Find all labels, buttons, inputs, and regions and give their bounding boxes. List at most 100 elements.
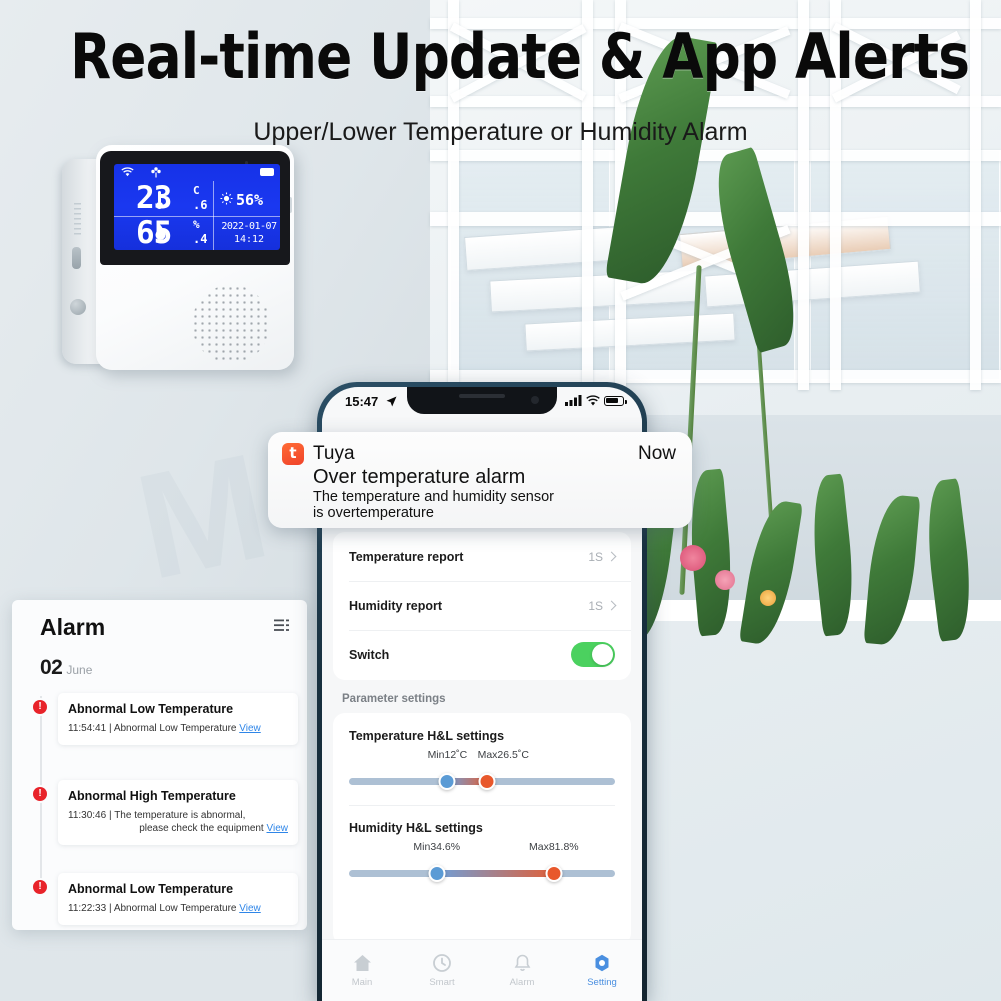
alarm-item-message: The temperature is abnormal, (114, 810, 246, 821)
alarm-panel-header: Alarm (12, 600, 307, 652)
truss-beam (430, 212, 1001, 226)
settings-row-temperature-report[interactable]: Temperature report 1S (333, 532, 631, 581)
lcd-temperature-decimal: .6 (193, 198, 208, 212)
alarm-date-month: June (66, 663, 93, 677)
settings-row-humidity-report[interactable]: Humidity report 1S (333, 581, 631, 630)
alarm-card[interactable]: Abnormal Low Temperature 11:22:33 | Abno… (58, 873, 298, 925)
settings-row-value-group: 1S (588, 599, 617, 613)
humidity-slider-block: Humidity H&L settings Min34.6% Max81.8% (333, 805, 631, 897)
battery-icon (604, 395, 627, 406)
alarm-item-title: Abnormal Low Temperature (68, 882, 234, 896)
lcd-date: 2022-01-07 (221, 221, 277, 232)
lcd-humidity-value: 65 (136, 215, 172, 250)
humidity-range-slider[interactable]: Min34.6% Max81.8% (349, 841, 615, 889)
notification-body-line1: The temperature and humidity sensor (313, 489, 554, 505)
slider-max-handle[interactable] (478, 773, 496, 790)
chevron-right-icon (606, 600, 617, 611)
alarm-item-separator: | (108, 903, 112, 914)
tab-setting[interactable]: Setting (562, 954, 642, 988)
tab-label: Setting (587, 976, 617, 988)
alarm-item-time: 11:22:33 (68, 903, 107, 914)
device-vents (74, 203, 81, 237)
flower-icon (151, 167, 161, 178)
alarm-item-message-line2-wrap: please check the equipment View (68, 822, 288, 835)
lcd-humidity-unit: % (193, 218, 200, 231)
gear-icon (595, 954, 609, 971)
tab-alarm[interactable]: Alarm (482, 954, 562, 988)
settings-group-parameters: Temperature H&L settings Min12˚C Max26.5… (333, 713, 631, 945)
clock-icon (433, 953, 451, 972)
truss-beam (430, 150, 1001, 161)
slider-title: Temperature H&L settings (349, 729, 505, 743)
tab-label: Main (351, 976, 373, 988)
alarm-card[interactable]: Abnormal Low Temperature 11:54:41 | Abno… (58, 693, 298, 745)
slider-label-group: Min12˚C Max26.5˚C (349, 749, 615, 763)
notification-header: t Tuya Now (282, 443, 676, 465)
alarm-date-day: 02 (40, 656, 63, 679)
slider-min-label: Min34.6% (413, 841, 461, 853)
switch-toggle[interactable] (571, 642, 615, 667)
slider-label-group: Min34.6% Max81.8% (349, 841, 615, 855)
tab-main[interactable]: Main (322, 954, 402, 988)
alarm-view-link[interactable]: View (239, 903, 261, 914)
wifi-icon (121, 167, 134, 177)
settings-row-label: Humidity report (349, 598, 443, 613)
push-notification-banner[interactable]: t Tuya Now Over temperature alarm The te… (268, 432, 692, 528)
alarm-date-group: 02 June (40, 656, 92, 680)
location-arrow-icon (386, 396, 397, 407)
device-button[interactable] (70, 299, 86, 315)
lcd-status-bar (114, 164, 280, 181)
alarm-badge-icon: ! (33, 700, 47, 714)
status-bar-indicators (565, 395, 627, 406)
alarm-item-time: 11:54:41 (68, 723, 107, 734)
battery-icon (260, 168, 274, 176)
alarm-list-item[interactable]: ! Abnormal Low Temperature 11:22:33 | Ab… (33, 873, 298, 925)
settings-group-reports: Temperature report 1S Humidity report 1S (333, 532, 631, 680)
alarm-item-title: Abnormal High Temperature (68, 789, 236, 803)
tuya-icon: t (282, 443, 304, 465)
settings-row-value: 1S (588, 549, 603, 564)
settings-row-switch[interactable]: Switch (333, 630, 631, 679)
tab-label: Smart (429, 976, 455, 988)
slider-max-handle[interactable] (545, 865, 563, 882)
earpiece-speaker (459, 394, 505, 398)
alarm-card[interactable]: Abnormal High Temperature 11:30:46 | The… (58, 780, 298, 845)
alarm-view-link[interactable]: View (239, 723, 261, 734)
sun-icon (220, 192, 233, 205)
slider-range-fill (436, 870, 554, 877)
alarm-list-item[interactable]: ! Abnormal High Temperature 11:30:46 | T… (33, 780, 298, 845)
tab-smart[interactable]: Smart (402, 953, 482, 988)
slider-max-label: Max81.8% (529, 841, 579, 853)
slider-min-handle[interactable] (438, 773, 456, 790)
alarm-item-detail: 11:54:41 | Abnormal Low Temperature View (68, 722, 288, 735)
settings-row-value-group: 1S (588, 549, 617, 564)
alarm-badge-icon: ! (33, 880, 47, 894)
status-bar-time: 15:47 (345, 394, 379, 409)
notification-body-line2: is overtemperature (313, 505, 434, 521)
settings-row-label: Temperature report (349, 549, 464, 564)
temperature-range-slider[interactable]: Min12˚C Max26.5˚C (349, 749, 615, 797)
truss-beam (430, 96, 1001, 107)
alarm-item-title: Abnormal Low Temperature (68, 702, 234, 716)
home-icon (353, 954, 371, 971)
bell-icon (514, 954, 530, 971)
sensor-device: 23 C .6 65 % .4 56% 2022-01-07 14:12 (62, 145, 294, 370)
device-lcd-screen: 23 C .6 65 % .4 56% 2022-01-07 14:12 (114, 164, 280, 250)
flower (715, 570, 735, 590)
lcd-brightness-value: 56% (236, 191, 264, 209)
alarm-view-link[interactable]: View (267, 823, 289, 834)
alarm-item-message-line2: please check the equipment (139, 823, 264, 834)
slider-min-handle[interactable] (428, 865, 446, 882)
lcd-divider (213, 181, 214, 250)
flower (680, 545, 706, 571)
slider-min-label: Min12˚C (427, 749, 468, 761)
notification-timestamp: Now (637, 443, 676, 464)
bottom-tab-bar: Main Smart Alarm Setting (322, 939, 642, 1001)
alarm-list-item[interactable]: ! Abnormal Low Temperature 11:54:41 | Ab… (33, 693, 298, 745)
page-subheadline: Upper/Lower Temperature or Humidity Alar… (253, 118, 748, 146)
device-usb-port[interactable] (72, 247, 81, 269)
device-speaker-grille (192, 285, 270, 363)
alarm-history-panel: Alarm 02 June ! Abnormal Low Temperature … (12, 600, 307, 930)
phone-notch (407, 387, 557, 414)
list-menu-icon[interactable] (274, 619, 291, 632)
